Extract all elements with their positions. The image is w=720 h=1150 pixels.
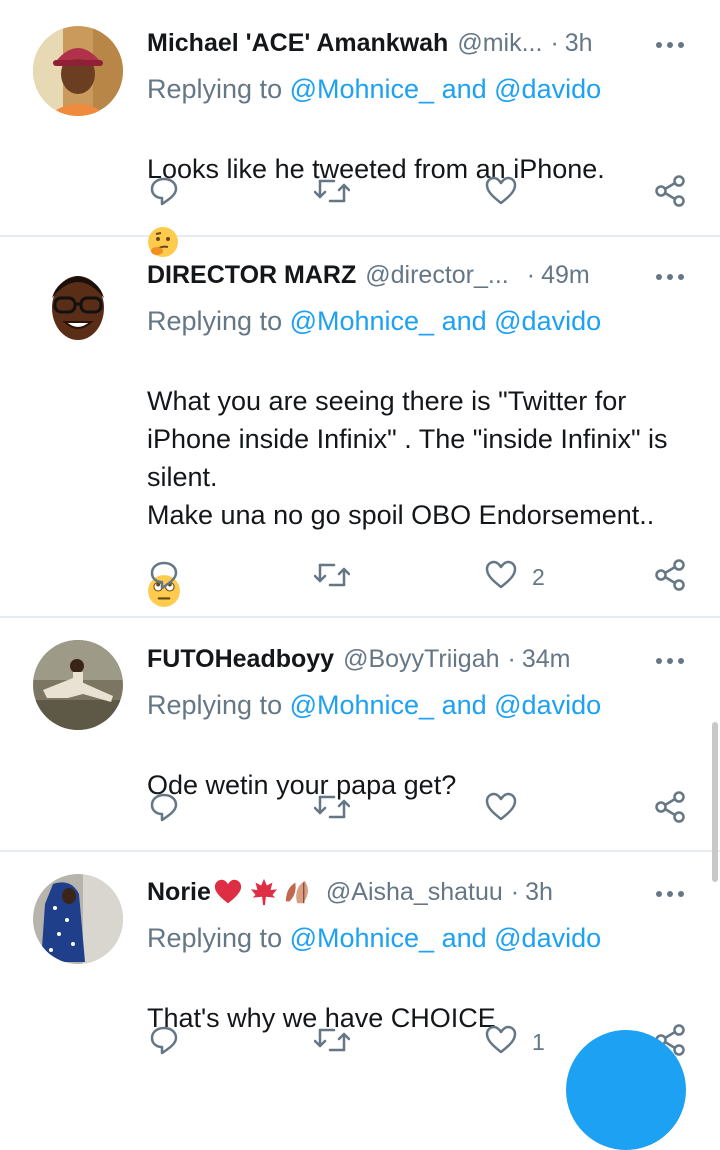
mention-link[interactable]: @Mohnice_ [290,690,434,720]
separator-dot: · [526,261,536,289]
reply-icon [148,559,180,596]
mention-link[interactable]: @Mohnice_ [290,306,434,336]
user-handle[interactable]: @Aisha_shatuu [326,877,503,907]
mention-connector: and [434,74,495,104]
mention-link[interactable]: @davido [494,306,601,336]
like-button[interactable]: 1 [484,1022,545,1062]
retweet-button[interactable] [313,173,351,213]
maple-leaf-icon [249,877,279,907]
compose-fab-button[interactable] [566,1030,686,1150]
retweet-icon [313,559,351,596]
tweet-actions [0,789,720,829]
red-heart-icon [213,878,243,906]
user-handle[interactable]: @mik... [457,28,542,58]
user-handle[interactable]: @BoyyTriigah [343,644,499,674]
display-name[interactable]: FUTOHeadboyy [147,644,334,674]
reply-icon [148,1024,180,1061]
reply-icon [148,791,180,828]
like-icon [484,175,518,212]
retweet-icon [313,1024,351,1061]
tweet-actions: 2 [0,557,720,597]
timestamp[interactable]: 3h [565,28,593,58]
separator-dot: · [550,29,559,57]
more-icon[interactable] [655,262,685,292]
retweet-button[interactable] [313,789,351,829]
share-icon [654,558,686,596]
tweet[interactable]: DIRECTOR MARZ @director_... · 49m Replyi… [0,237,720,618]
retweet-icon [313,791,351,828]
retweet-button[interactable] [313,557,351,597]
share-button[interactable] [654,173,686,213]
tweet-header: Norie @Aisha_shatuu · 3h [147,877,610,907]
tweet-header: Michael 'ACE' Amankwah @mik... · 3h [147,28,610,58]
replying-to: Replying to @Mohnice_ and @davido [147,921,601,955]
like-icon [484,559,518,596]
mention-link[interactable]: @davido [494,74,601,104]
more-icon[interactable] [655,879,685,909]
reply-button[interactable] [148,557,180,597]
replying-to-label: Replying to [147,74,290,104]
mention-link[interactable]: @Mohnice_ [290,74,434,104]
replying-to-label: Replying to [147,690,290,720]
share-button[interactable] [654,557,686,597]
like-count: 2 [532,563,545,590]
more-icon[interactable] [655,646,685,676]
tweet[interactable]: Michael 'ACE' Amankwah @mik... · 3h Repl… [0,0,720,257]
like-button[interactable]: 2 [484,557,545,597]
display-name[interactable]: DIRECTOR MARZ [147,260,356,290]
scrollbar[interactable] [712,722,718,882]
mention-connector: and [434,690,495,720]
user-handle[interactable]: @director_... [365,260,508,290]
tweet-actions [0,173,720,213]
reply-button[interactable] [148,789,180,829]
avatar[interactable] [33,258,123,348]
replying-to-label: Replying to [147,923,290,953]
like-button[interactable] [484,173,532,213]
reply-button[interactable] [148,1022,180,1062]
retweet-button[interactable] [313,1022,351,1062]
share-button[interactable] [654,789,686,829]
timestamp[interactable]: 3h [525,877,553,907]
mention-connector: and [434,306,495,336]
timestamp[interactable]: 49m [541,260,590,290]
separator-dot: · [510,878,520,906]
tweet-header: DIRECTOR MARZ @director_... · 49m [147,260,610,290]
tweet-text: What you are seeing there is "Twitter fo… [147,344,690,651]
avatar[interactable] [33,874,123,964]
like-button[interactable] [484,789,532,829]
like-icon [484,1024,518,1061]
like-count: 1 [532,1028,545,1055]
more-icon[interactable] [655,30,685,60]
avatar[interactable] [33,640,123,730]
tweet[interactable]: FUTOHeadboyy @BoyyTriigah · 34m Replying… [0,618,720,852]
like-icon [484,791,518,828]
replying-to: Replying to @Mohnice_ and @davido [147,688,601,722]
replying-to: Replying to @Mohnice_ and @davido [147,304,601,338]
fallen-leaves-icon [281,877,317,907]
tweet-body: What you are seeing there is "Twitter fo… [147,386,668,530]
tweet-header: FUTOHeadboyy @BoyyTriigah · 34m [147,644,610,674]
reply-icon [148,175,180,212]
separator-dot: · [507,645,516,673]
retweet-icon [313,175,351,212]
mention-link[interactable]: @Mohnice_ [290,923,434,953]
replying-to-label: Replying to [147,306,290,336]
avatar[interactable] [33,26,123,116]
display-name[interactable]: Norie [147,877,211,907]
share-icon [654,790,686,828]
display-name[interactable]: Michael 'ACE' Amankwah [147,28,448,58]
mention-link[interactable]: @davido [494,923,601,953]
mention-connector: and [434,923,495,953]
timestamp[interactable]: 34m [522,644,571,674]
replying-to: Replying to @Mohnice_ and @davido [147,72,601,106]
mention-link[interactable]: @davido [494,690,601,720]
reply-button[interactable] [148,173,180,213]
share-icon [654,174,686,212]
